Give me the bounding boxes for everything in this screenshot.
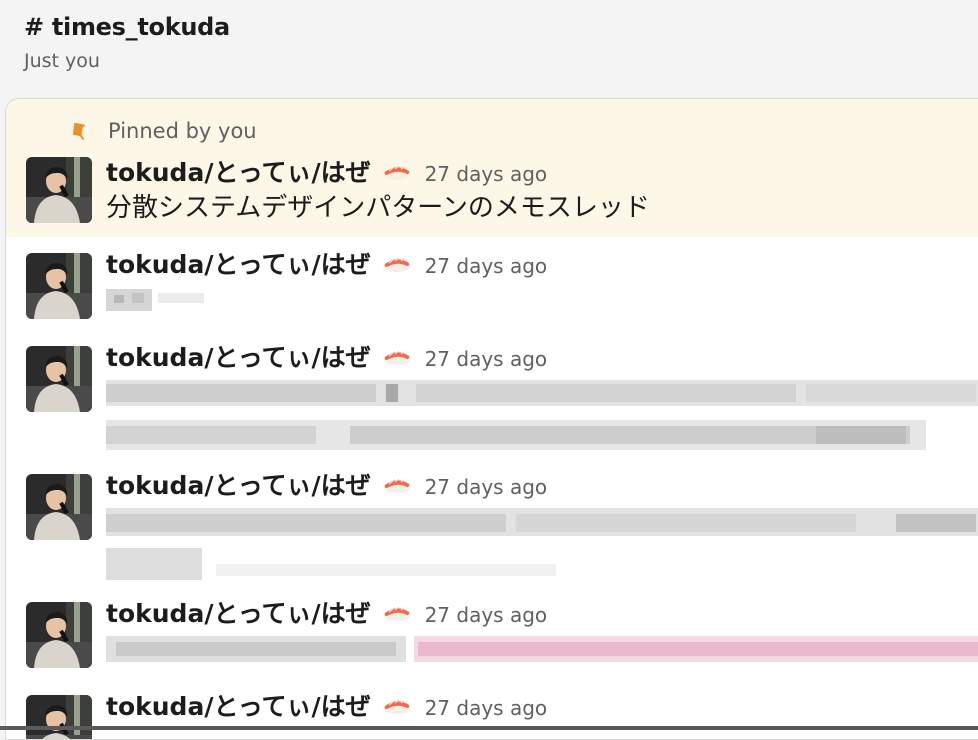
window-bottom-border — [0, 726, 978, 730]
message-timestamp[interactable]: 27 days ago — [425, 162, 548, 186]
message-timestamp[interactable]: 27 days ago — [425, 603, 548, 627]
message-timestamp[interactable]: 27 days ago — [425, 347, 548, 371]
sushi-icon — [383, 474, 411, 494]
message-timestamp[interactable]: 27 days ago — [425, 475, 548, 499]
channel-title[interactable]: # times_tokuda — [24, 10, 230, 44]
channel-subtitle: Just you — [24, 50, 100, 72]
redacted-text — [106, 380, 978, 450]
channel-header: # times_tokuda Just you — [24, 10, 230, 74]
avatar[interactable] — [26, 695, 92, 740]
pushpin-icon — [72, 122, 86, 141]
message-author[interactable]: tokuda/とってぃ/はぜ — [106, 594, 371, 630]
sushi-icon — [383, 346, 411, 366]
sushi-icon — [383, 695, 411, 715]
message-author[interactable]: tokuda/とってぃ/はぜ — [106, 466, 371, 502]
avatar[interactable] — [26, 602, 92, 668]
sushi-icon — [383, 253, 411, 273]
message-text: 分散システムデザインパターンのメモスレッド — [106, 193, 650, 223]
message-timestamp[interactable]: 27 days ago — [425, 696, 548, 720]
sushi-icon — [383, 602, 411, 622]
pinned-message-block[interactable]: Pinned by you tokuda/とってぃ/はぜ 27 days ago… — [6, 99, 978, 237]
avatar[interactable] — [26, 346, 92, 412]
redacted-text — [106, 508, 978, 580]
avatar[interactable] — [26, 474, 92, 540]
avatar[interactable] — [26, 253, 92, 319]
message-timestamp[interactable]: 27 days ago — [425, 254, 548, 278]
message-panel: Pinned by you tokuda/とってぃ/はぜ 27 days ago… — [5, 98, 978, 740]
pinned-indicator: Pinned by you — [68, 119, 257, 143]
message-author[interactable]: tokuda/とってぃ/はぜ — [106, 245, 371, 281]
message-author[interactable]: tokuda/とってぃ/はぜ — [106, 338, 371, 374]
avatar[interactable] — [26, 157, 92, 223]
redacted-text — [106, 289, 204, 311]
message-author[interactable]: tokuda/とってぃ/はぜ — [106, 153, 371, 189]
redacted-text — [106, 636, 978, 662]
message-author[interactable]: tokuda/とってぃ/はぜ — [106, 687, 371, 723]
pinned-label: Pinned by you — [108, 119, 257, 143]
sushi-icon — [383, 161, 411, 181]
